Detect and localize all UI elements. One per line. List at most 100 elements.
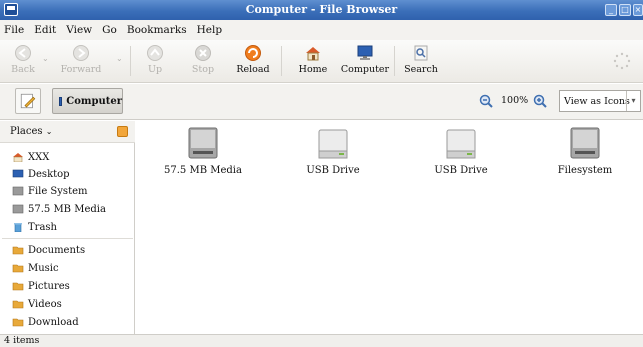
sidebar-item-music[interactable]: Music [0, 259, 134, 277]
device-item[interactable]: USB Drive [406, 125, 516, 176]
close-sidebar-icon[interactable] [117, 126, 128, 137]
home-folder-icon [13, 153, 23, 162]
drive-icon [12, 204, 24, 214]
reload-icon [245, 45, 261, 61]
folder-icon [12, 300, 24, 309]
zoom-out-icon[interactable] [479, 94, 493, 108]
stop-button[interactable]: Stop [180, 43, 226, 81]
sidebar-divider [2, 238, 133, 239]
forward-history-chevron-icon[interactable]: ⌄ [116, 54, 124, 63]
back-button[interactable]: Back [0, 43, 46, 81]
sidebar-item-label: Videos [28, 298, 62, 310]
folder-icon [12, 264, 24, 273]
title-bar[interactable]: Computer - File Browser _ □ × [0, 0, 643, 20]
reload-label: Reload [236, 64, 270, 75]
device-name: USB Drive [306, 165, 360, 176]
device-item[interactable]: USB Drive [278, 125, 388, 176]
sidebar-title: Places [10, 126, 43, 137]
forward-arrow-icon [73, 45, 89, 61]
up-arrow-icon [147, 45, 163, 61]
sidebar-header[interactable]: Places ⌄ [0, 121, 135, 143]
status-bar: 4 items [0, 334, 643, 347]
item-count: 4 items [4, 335, 40, 346]
filesystem-icon [12, 186, 24, 196]
minimize-button[interactable]: _ [605, 4, 617, 16]
menu-help[interactable]: Help [197, 24, 222, 36]
sidebar-item-label: Music [28, 262, 59, 274]
home-label: Home [298, 64, 328, 75]
path-button-computer[interactable]: Computer [52, 88, 123, 114]
home-icon [306, 47, 320, 61]
sidebar-item-media[interactable]: 57.5 MB Media [0, 200, 134, 218]
folder-icon [12, 246, 24, 255]
view-mode-value: View as Icons [564, 95, 630, 107]
menu-edit[interactable]: Edit [34, 24, 56, 36]
chevron-down-icon: ⌄ [45, 127, 53, 136]
sidebar-item-documents[interactable]: Documents [0, 241, 134, 259]
computer-button[interactable]: Computer [340, 43, 390, 81]
toggle-location-entry-button[interactable] [15, 88, 41, 114]
toolbar: Back ⌄ Forward ⌄ Up Stop Reload Home Com… [0, 40, 643, 83]
search-icon [414, 45, 428, 61]
hard-drive-icon [188, 127, 218, 159]
maximize-button[interactable]: □ [619, 4, 631, 16]
device-item[interactable]: 57.5 MB Media [148, 125, 258, 176]
chevron-down-icon: ▾ [626, 91, 640, 111]
icon-view[interactable]: 57.5 MB Media USB Drive USB Drive Filesy… [136, 121, 643, 334]
sidebar-item-videos[interactable]: Videos [0, 295, 134, 313]
forward-button[interactable]: Forward [58, 43, 104, 81]
up-button[interactable]: Up [132, 43, 178, 81]
home-button[interactable]: Home [290, 43, 336, 81]
stop-label: Stop [191, 64, 215, 75]
close-button[interactable]: × [633, 4, 643, 16]
back-arrow-icon [15, 45, 31, 61]
toolbar-separator [394, 46, 395, 76]
desktop-icon [12, 169, 24, 178]
sidebar-item-download[interactable]: Download [0, 313, 134, 331]
sidebar-item-label: File System [28, 185, 88, 197]
sidebar-item-label: XXX [28, 151, 50, 163]
location-bar: Computer 100% View as Icons ▾ [0, 84, 643, 120]
sidebar-item-desktop[interactable]: Desktop [0, 165, 134, 183]
device-name: Filesystem [557, 165, 613, 176]
view-mode-select[interactable]: View as Icons ▾ [559, 90, 641, 112]
zoom-in-icon[interactable] [533, 94, 547, 108]
sidebar-item-xxx[interactable]: XXX [0, 148, 134, 166]
computer-icon [59, 96, 63, 106]
computer-icon [357, 45, 373, 60]
folder-icon [12, 318, 24, 327]
sidebar-item-label: Documents [28, 244, 86, 256]
sidebar-item-pictures[interactable]: Pictures [0, 277, 134, 295]
edit-pencil-icon [20, 93, 36, 109]
sidebar-item-label: 57.5 MB Media [28, 203, 106, 215]
places-sidebar: Places ⌄ XXX Desktop File System 57.5 MB… [0, 121, 135, 334]
stop-icon [195, 45, 211, 61]
computer-label: Computer [340, 64, 390, 75]
zoom-level[interactable]: 100% [501, 95, 528, 106]
sidebar-item-trash[interactable]: Trash [0, 218, 134, 236]
folder-icon [12, 282, 24, 291]
menu-view[interactable]: View [66, 24, 92, 36]
hard-drive-icon [570, 127, 600, 159]
device-name: 57.5 MB Media [164, 165, 242, 176]
device-item[interactable]: Filesystem [530, 125, 640, 176]
window-title: Computer - File Browser [245, 3, 398, 16]
forward-label: Forward [60, 64, 102, 75]
sidebar-item-file-system[interactable]: File System [0, 182, 134, 200]
sidebar-item-label: Desktop [28, 168, 70, 180]
trash-icon [14, 223, 22, 232]
activity-spinner-icon [613, 52, 631, 70]
usb-drive-icon [318, 129, 348, 159]
sidebar-item-label: Download [28, 316, 79, 328]
search-button[interactable]: Search [398, 43, 444, 81]
back-history-chevron-icon[interactable]: ⌄ [42, 54, 50, 63]
menu-bookmarks[interactable]: Bookmarks [127, 24, 187, 36]
reload-button[interactable]: Reload [230, 43, 276, 81]
sidebar-item-label: Pictures [28, 280, 70, 292]
up-label: Up [147, 64, 163, 75]
toolbar-separator [130, 46, 131, 76]
search-label: Search [404, 64, 438, 75]
sidebar-item-label: Trash [28, 221, 57, 233]
menu-go[interactable]: Go [102, 24, 117, 36]
menu-file[interactable]: File [4, 24, 24, 36]
